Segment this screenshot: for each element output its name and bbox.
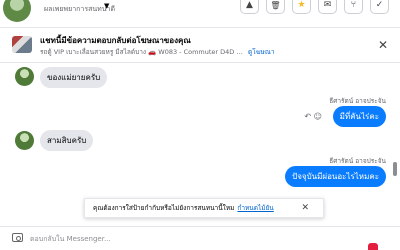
warning-icon: ▲ [246,0,253,10]
ad-reply-banner: แชทนี้มีข้อความตอบกลับต่อโฆษณาของคุณ รถต… [0,28,400,63]
label-prompt-toast: คุณต้องการใส่ป้ายกำกับหรือไม่ยังการสนทนา… [84,198,324,218]
contact-avatar-small[interactable] [15,67,34,86]
message-composer [0,226,400,250]
send-icon[interactable] [368,243,378,250]
message-input[interactable] [30,231,350,247]
close-icon[interactable]: ✕ [378,38,388,52]
view-ad-link[interactable]: ดูโฆษณา [248,47,275,57]
done-button[interactable]: ✓ [370,0,389,14]
trash-icon: 🗑 [270,0,281,10]
delete-button[interactable]: 🗑 [266,0,285,14]
merge-button[interactable]: ⑂ [344,0,363,14]
toast-label-link[interactable]: กำหนดไม้ยัน [237,203,273,213]
close-icon[interactable]: ✕ [301,203,309,213]
ad-thumbnail[interactable] [12,36,32,53]
merge-icon: ⑂ [350,0,357,10]
ad-banner-title: แชทนี้มีข้อความตอบกลับต่อโฆษณาของคุณ [40,36,191,45]
mail-icon: ✉ [323,0,332,10]
star-button[interactable]: ★ [292,0,311,14]
sender-name: ธีศารัตน์ อาจประจัน [329,97,386,105]
conversation-header: ผลเพยพยาการสนทนาดี ▼ ▲ 🗑 ★ ✉ ⑂ ✓ [0,0,400,28]
thread-scrollbar[interactable] [393,70,397,225]
message-actions-icons[interactable]: ↶ ☺ [304,112,322,121]
incoming-message[interactable]: ของแม่ยายครับ [40,67,108,88]
warning-button[interactable]: ▲ [240,0,259,14]
camera-icon[interactable] [12,233,23,242]
incoming-message[interactable]: สามสิบครับ [40,130,94,151]
star-icon: ★ [297,0,306,10]
mail-button[interactable]: ✉ [318,0,337,14]
contact-avatar-small[interactable] [15,131,34,150]
outgoing-message[interactable]: ปัจจุบันมีผ่อนอะไรไหมคะ [285,166,386,187]
ad-banner-description: รถตู้ VIP เบาะเลื่อนสวยหรู มีสไลด์บาง 🚗 … [40,48,245,56]
outgoing-message[interactable]: มีที่คันไร่คะ [332,106,386,127]
sender-name: ธีศารัตน์ อาจประจัน [329,157,386,165]
chevron-down-icon[interactable]: ▼ [104,2,109,10]
toast-text: คุณต้องการใส่ป้ายกำกับหรือไม่ยังการสนทนา… [93,204,235,212]
scrollbar-thumb[interactable] [393,162,397,176]
contact-avatar[interactable] [3,0,31,22]
check-icon: ✓ [375,0,384,10]
